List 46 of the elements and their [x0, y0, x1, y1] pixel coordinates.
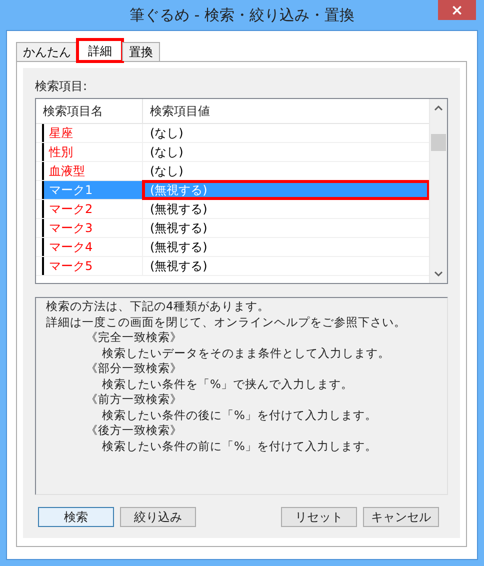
- table-row[interactable]: マーク2 (無視する): [36, 200, 429, 219]
- help-text: 《前方一致検索》: [85, 392, 183, 408]
- table-cell-text: (なし): [149, 163, 184, 180]
- table-cell: 星座: [42, 124, 143, 142]
- table-cell: マーク2: [42, 200, 143, 218]
- window-title: 筆ぐるめ - 検索・絞り込み・置換: [130, 6, 354, 24]
- tab[interactable]: かんたん: [16, 42, 78, 61]
- table-cell-text: (無視する): [149, 239, 208, 256]
- table-cell: マーク1: [42, 181, 143, 199]
- help-text: 検索したいデータをそのまま条件として入力します。: [101, 346, 391, 361]
- table-row[interactable]: 星座 (なし): [36, 124, 429, 143]
- table-cell: (無視する): [143, 181, 429, 199]
- help-text: 検索したい条件の後に「%」を付けて入力します。: [101, 408, 378, 423]
- table-row[interactable]: マーク4 (無視する): [36, 238, 429, 257]
- column-header[interactable]: 検索項目値: [143, 99, 429, 123]
- action-button[interactable]: 絞り込み: [120, 507, 196, 527]
- help-text: 検索したい条件の前に「%」を付けて入力します。: [101, 438, 378, 454]
- help-text: 検索したい条件を「%」で挟んで入力します。: [101, 376, 354, 392]
- action-button[interactable]: リセット: [281, 507, 357, 527]
- tab[interactable]: 置換: [122, 42, 160, 61]
- help-text: 《完全一致検索》: [85, 330, 183, 346]
- table-cell: マーク4: [42, 238, 143, 256]
- table-cell: 性別: [42, 143, 143, 161]
- list-label: 検索項目:: [35, 78, 88, 95]
- table-cell-text: (なし): [149, 144, 184, 161]
- table-cell: マーク3: [42, 219, 143, 237]
- close-button[interactable]: ×: [438, 0, 476, 20]
- help-text: 検索の方法は、下記の4種類があります。: [46, 299, 270, 314]
- help-text: 《後方一致検索》: [85, 423, 183, 438]
- help-text: 詳細は一度この画面を閉じて、オンラインヘルプをご参照下さい。: [46, 314, 407, 330]
- action-button[interactable]: キャンセル: [363, 507, 439, 527]
- column-header[interactable]: 検索項目名: [36, 99, 143, 123]
- help-text: 《部分一致検索》: [85, 361, 183, 376]
- table-cell-text: (無視する): [149, 220, 208, 237]
- scroll-up-icon[interactable]: [434, 105, 443, 111]
- table-cell-text: (無視する): [149, 201, 208, 218]
- table-row[interactable]: マーク5 (無視する): [36, 257, 429, 276]
- table-cell: マーク5: [42, 257, 143, 275]
- scroll-down-icon[interactable]: [434, 271, 443, 277]
- scrollbar-thumb[interactable]: [431, 134, 446, 151]
- table-cell-text: (なし): [149, 125, 184, 142]
- table-row[interactable]: 性別 (なし): [36, 143, 429, 162]
- table-cell-text: (無視する): [149, 258, 208, 275]
- tab[interactable]: 詳細: [77, 39, 123, 62]
- action-button[interactable]: 検索: [38, 507, 114, 527]
- table-row[interactable]: マーク3 (無視する): [36, 219, 429, 238]
